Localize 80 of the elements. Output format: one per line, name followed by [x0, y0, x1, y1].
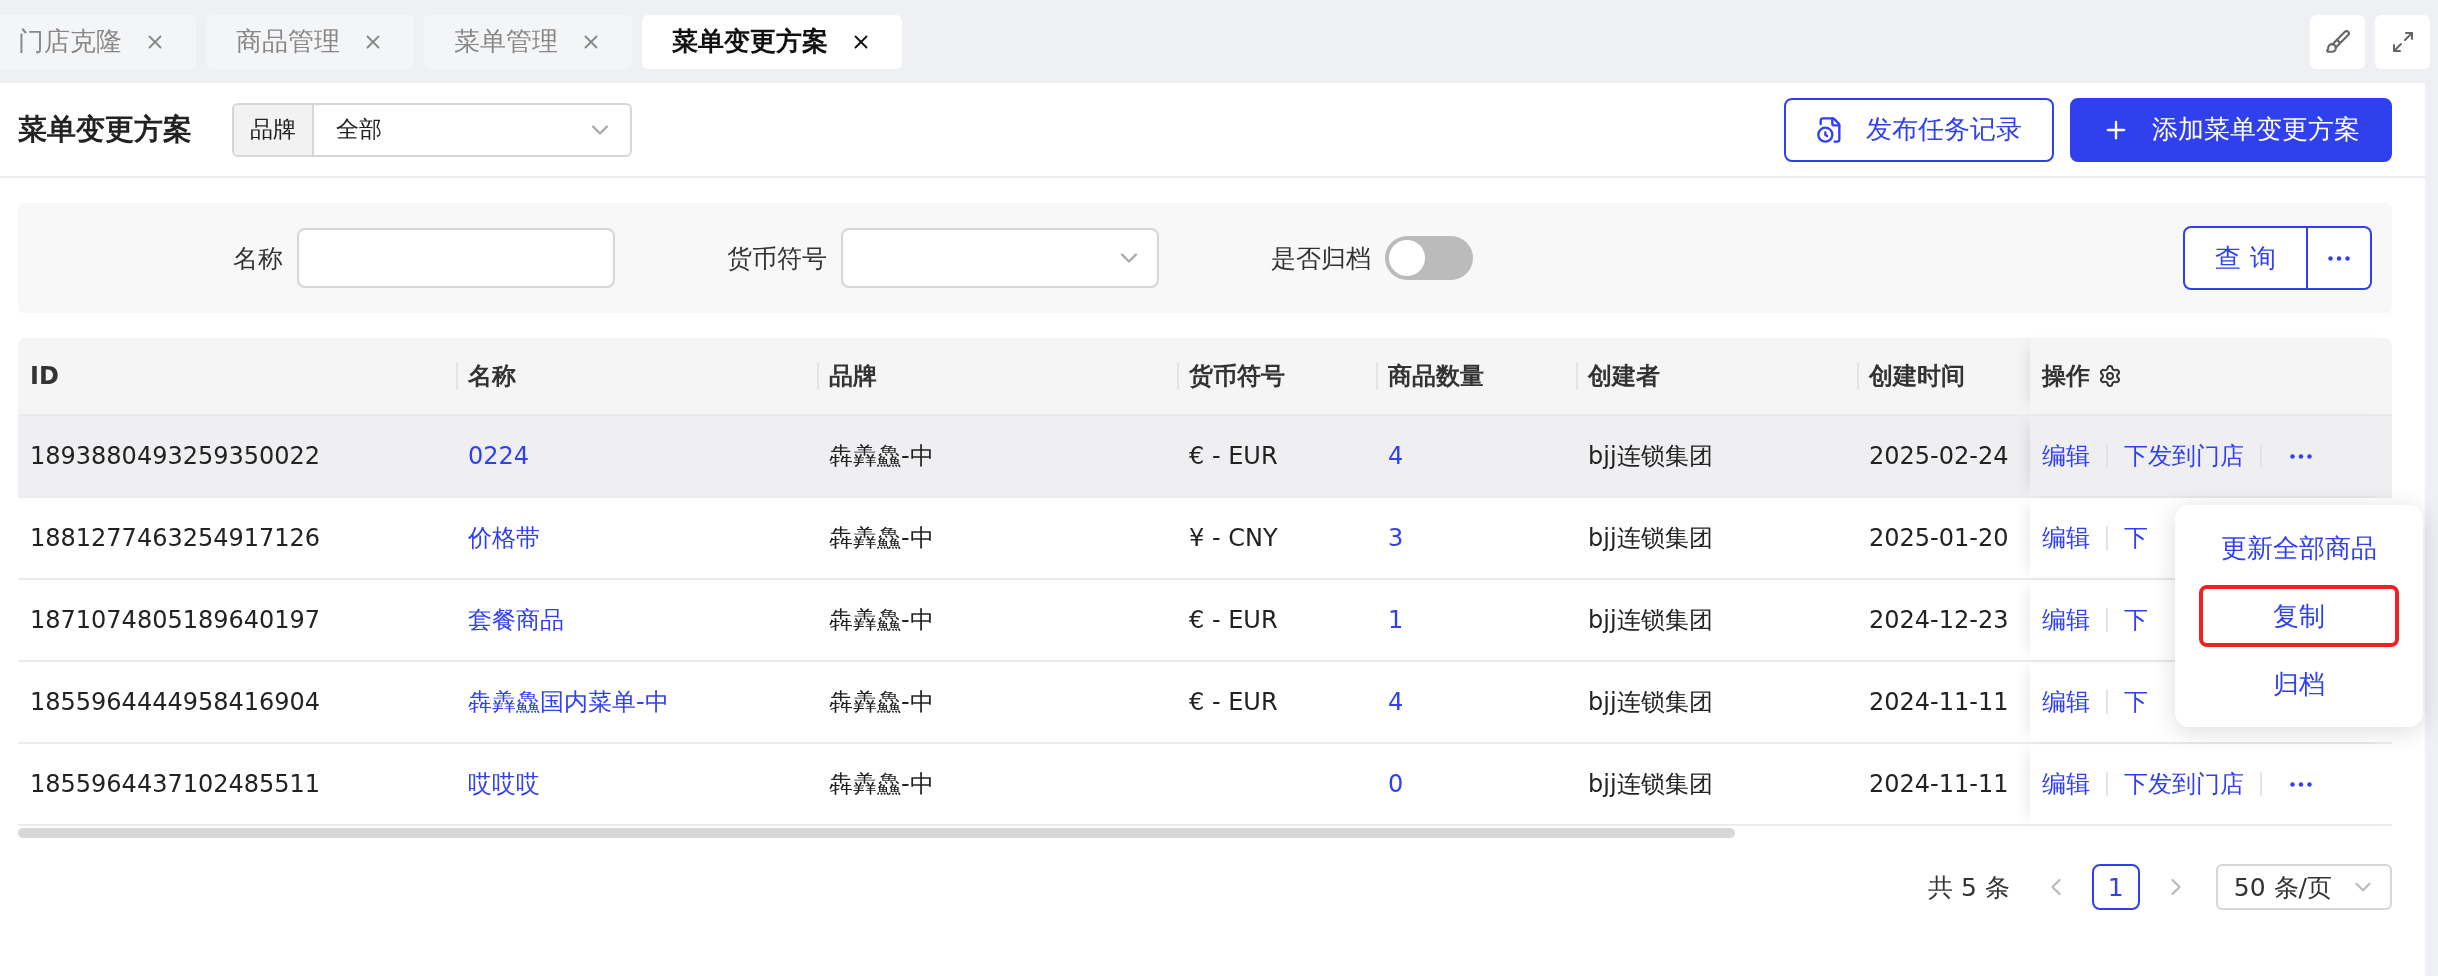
edit-link[interactable]: 编辑 [2042, 604, 2090, 636]
table-cell-text: 2025-02-24 [1868, 441, 2010, 472]
dispatch-link[interactable]: 下 [2124, 604, 2148, 636]
table-cell-text: 2024-12-23 [1868, 605, 2010, 636]
archived-toggle[interactable] [1385, 236, 1473, 280]
page-size-select[interactable]: 50 条/页 [2215, 864, 2392, 910]
dispatch-link[interactable]: 下 [2124, 686, 2148, 718]
currency-label: 货币符号 [727, 242, 827, 275]
count-link[interactable]: 0 [1376, 744, 1576, 824]
brand-select[interactable]: 品牌 全部 [232, 102, 632, 157]
table-cell-text: 2024-11-11 [1868, 687, 2010, 718]
menu-item[interactable]: 复制 [2199, 585, 2399, 647]
page-button[interactable]: 1 [2091, 864, 2140, 910]
table-cell-text: € - EUR [1188, 605, 1279, 636]
table-cell-text: bjj连锁集团 [1587, 441, 1714, 472]
table-cell-text: 犇羴鱻-中 [828, 441, 935, 472]
table-cell-text: bjj连锁集团 [1587, 769, 1714, 800]
edit-link[interactable]: 编辑 [2042, 522, 2090, 554]
menu-item[interactable]: 更新全部商品 [2199, 517, 2399, 579]
edit-link[interactable]: 编辑 [2042, 768, 2090, 800]
document-icon [1816, 115, 1844, 144]
edit-link[interactable]: 编辑 [2042, 686, 2090, 718]
more-icon [2328, 255, 2350, 261]
scrollbar[interactable] [18, 828, 1735, 838]
brush-icon [2324, 28, 2351, 55]
column-header: 货币符号 [1177, 338, 1376, 414]
total-count: 共 5 条 [1928, 871, 2010, 904]
more-icon[interactable] [2290, 781, 2312, 787]
column-header: 创建时间 [1857, 338, 2030, 414]
records-button[interactable]: 发布任务记录 [1784, 97, 2054, 162]
table-cell-text: 1881277463254917126 [29, 523, 322, 554]
archived-label: 是否归档 [1271, 242, 1371, 275]
query-button[interactable]: 查 询 [2183, 226, 2308, 290]
clear-button[interactable] [2310, 14, 2365, 69]
fullscreen-button[interactable] [2375, 14, 2430, 69]
table-cell-text: 2024-11-11 [1868, 769, 2010, 800]
page-title: 菜单变更方案 [18, 110, 192, 148]
name-input[interactable] [297, 228, 615, 288]
table-cell-text: € - EUR [1188, 687, 1279, 718]
fullscreen-icon [2390, 29, 2415, 54]
column-header: 商品数量 [1376, 338, 1576, 414]
column-header: 品牌 [817, 338, 1177, 414]
column-header: 名称 [456, 338, 817, 414]
table-cell-text: ¥ - CNY [1188, 523, 1279, 554]
table-cell-text: 1871074805189640197 [29, 605, 322, 636]
count-link[interactable]: 3 [1376, 498, 1576, 578]
dispatch-link[interactable]: 下 [2124, 522, 2148, 554]
name-label: 名称 [233, 242, 283, 275]
page-tab[interactable]: 菜单变更方案 [642, 14, 902, 69]
name-link[interactable]: 0224 [456, 416, 817, 496]
table-cell-text: bjj连锁集团 [1587, 687, 1714, 718]
column-header: 创建者 [1576, 338, 1857, 414]
add-button[interactable]: 添加菜单变更方案 [2070, 97, 2392, 162]
table-cell-text: 1855964437102485511 [29, 769, 322, 800]
more-icon[interactable] [2290, 453, 2312, 459]
table-cell-text: 犇羴鱻-中 [828, 605, 935, 636]
dispatch-link[interactable]: 下发到门店 [2124, 768, 2244, 800]
name-link[interactable]: 哎哎哎 [456, 744, 817, 824]
dispatch-link[interactable]: 下发到门店 [2124, 440, 2244, 472]
table-cell-text: 2025-01-20 [1868, 523, 2010, 554]
name-link[interactable]: 价格带 [456, 498, 817, 578]
more-button[interactable] [2308, 226, 2372, 290]
count-link[interactable]: 1 [1376, 580, 1576, 660]
count-link[interactable]: 4 [1376, 662, 1576, 742]
table-cell-text: bjj连锁集团 [1587, 605, 1714, 636]
table-cell-text: bjj连锁集团 [1587, 523, 1714, 554]
column-header: ID [29, 361, 60, 392]
edit-link[interactable]: 编辑 [2042, 440, 2090, 472]
table-cell-text: 1855964444958416904 [29, 687, 322, 718]
column-header: 操作 [2030, 338, 2392, 414]
table-cell-text: € - EUR [1188, 441, 1279, 472]
name-link[interactable]: 套餐商品 [456, 580, 817, 660]
name-link[interactable]: 犇羴鱻国内菜单-中 [456, 662, 817, 742]
table-cell-text: 犇羴鱻-中 [828, 769, 935, 800]
table-cell-text: 1893880493259350022 [29, 441, 322, 472]
settings-icon[interactable] [2098, 364, 2122, 388]
table-cell-text: 犇羴鱻-中 [828, 687, 935, 718]
count-link[interactable]: 4 [1376, 416, 1576, 496]
menu-item[interactable]: 归档 [2199, 653, 2399, 715]
table-cell-text: 犇羴鱻-中 [828, 523, 935, 554]
